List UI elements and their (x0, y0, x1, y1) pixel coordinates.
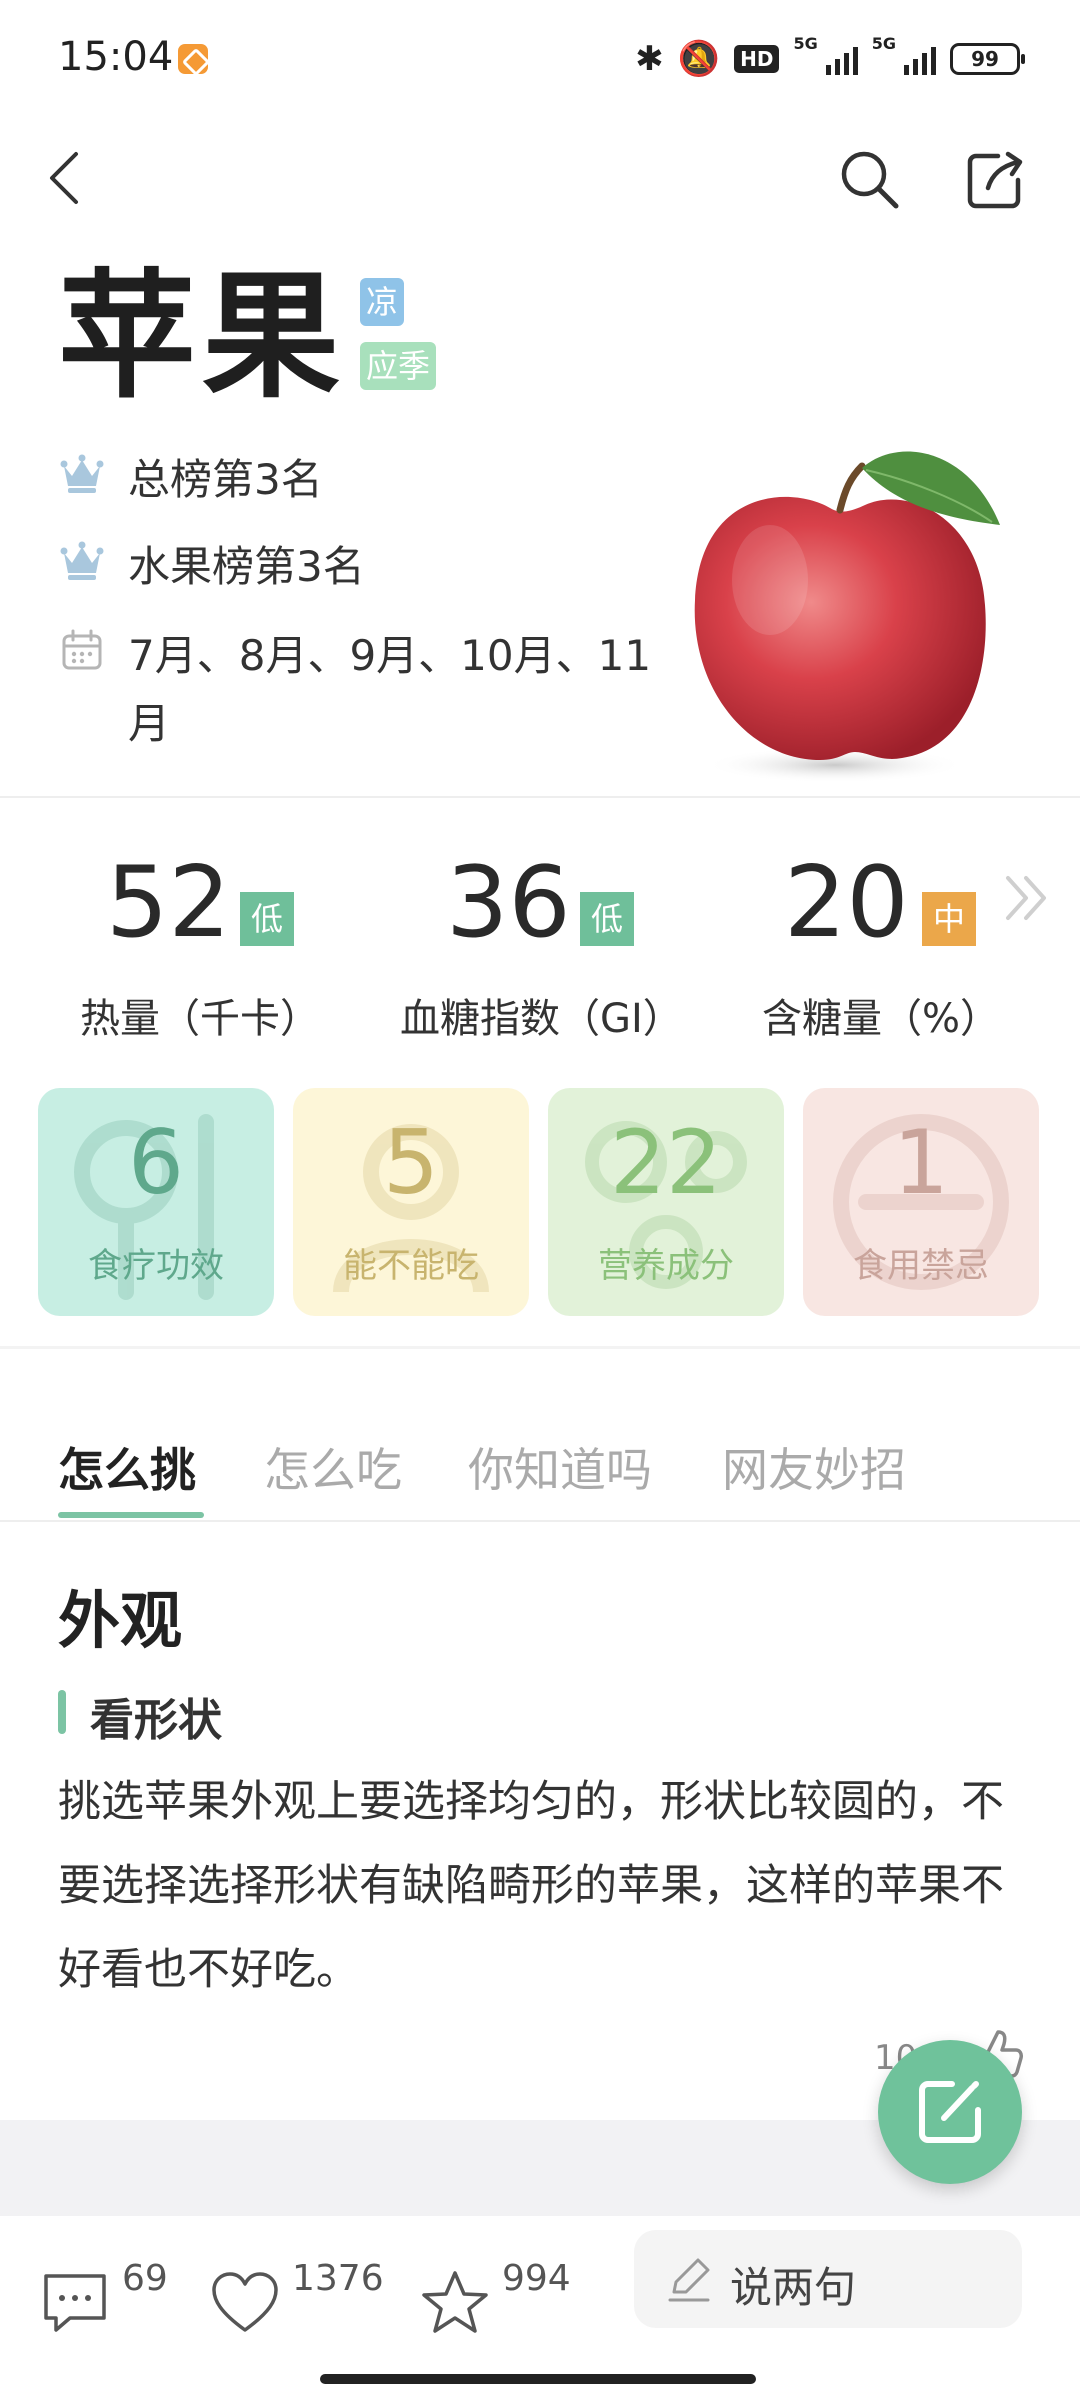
card-therapeutic-effects[interactable]: 6 食疗功效 (38, 1088, 274, 1316)
stat-level-badge: 低 (580, 892, 634, 946)
star-icon (422, 2271, 488, 2333)
subheading: 看形状 (90, 1695, 222, 1746)
back-arrow-icon[interactable] (38, 148, 98, 208)
rank-total-text: 总榜第3名 (128, 455, 323, 504)
status-time: 15:04 (58, 34, 174, 80)
home-indicator[interactable] (320, 2374, 756, 2384)
network-label-1: 5G (793, 34, 818, 53)
page-title: 苹果 (58, 256, 347, 417)
card-count: 6 (128, 1111, 184, 1214)
card-label: 食疗功效 (88, 1246, 224, 1286)
card-taboo[interactable]: 1 食用禁忌 (803, 1088, 1039, 1316)
comments-button[interactable]: 69 (40, 2258, 180, 2338)
pencil-icon (668, 2258, 710, 2302)
stat-label: 含糖量（%） (762, 996, 1001, 1042)
apple-image (694, 451, 1000, 783)
comment-placeholder: 说两句 (730, 2263, 857, 2312)
stat-level-badge: 中 (922, 892, 976, 946)
tab-bar: 怎么挑 怎么吃 你知道吗 网友妙招 (0, 1424, 1080, 1524)
status-bar: 15:04 ✱ 🔕 HD 5G 5G 99 (0, 0, 1080, 118)
nature-tag: 凉 (360, 278, 405, 326)
signal-icon-2 (904, 43, 936, 75)
share-icon[interactable] (958, 144, 1030, 216)
season-tag: 应季 (360, 342, 437, 390)
stat-label: 热量（千卡） (80, 996, 320, 1042)
edit-icon (919, 2081, 981, 2143)
likes-button[interactable]: 1376 (210, 2258, 390, 2338)
divider (0, 1520, 1080, 1522)
rank-fruit-row[interactable]: 水果榜第3名 (58, 533, 668, 601)
bluetooth-icon: ✱ (635, 39, 664, 79)
subheading-accent-bar (58, 1690, 66, 1734)
season-months-text: 7月、8月、9月、10月、11月 (128, 631, 652, 748)
stat-gi[interactable]: 36 低 血糖指数（GI） (394, 848, 714, 1048)
signal-icon-1 (825, 43, 858, 75)
comment-icon (44, 2274, 106, 2332)
season-months-row: 7月、8月、9月、10月、11月 (58, 622, 668, 758)
card-count: 1 (893, 1111, 949, 1214)
write-note-button[interactable] (878, 2040, 1022, 2184)
stat-level-badge: 低 (240, 892, 294, 946)
rank-fruit-text: 水果榜第3名 (128, 542, 365, 591)
tab-user-tips[interactable]: 网友妙招 (722, 1434, 906, 1500)
tab-how-to-eat[interactable]: 怎么吃 (264, 1434, 402, 1500)
status-icons: ✱ 🔕 HD 5G 5G 99 (635, 34, 1025, 84)
tab-how-to-choose[interactable]: 怎么挑 (58, 1434, 196, 1500)
crown-icon (60, 541, 104, 580)
mute-icon: 🔕 (677, 39, 721, 79)
card-label: 食用禁忌 (853, 1246, 989, 1286)
stat-value: 36 (446, 846, 571, 960)
stat-label: 血糖指数（GI） (400, 996, 683, 1042)
section-title: 外观 (58, 1584, 183, 1657)
divider (0, 1346, 1080, 1349)
divider (0, 796, 1080, 798)
favorites-count: 994 (502, 2258, 571, 2299)
card-nutrition[interactable]: 22 营养成分 (548, 1088, 784, 1316)
search-icon[interactable] (834, 144, 906, 216)
likes-count: 1376 (292, 2258, 384, 2299)
top-nav (0, 118, 1080, 238)
article-body: 挑选苹果外观上要选择均匀的，形状比较圆的，不要选择选择形状有缺陷畸形的苹果，这样… (58, 1777, 1004, 1995)
comment-input[interactable]: 说两句 (634, 2230, 1022, 2328)
tab-did-you-know[interactable]: 你知道吗 (468, 1434, 652, 1500)
heart-icon (212, 2272, 278, 2332)
network-label-2: 5G (871, 34, 896, 53)
rank-total-row[interactable]: 总榜第3名 (58, 446, 668, 514)
stat-calories[interactable]: 52 低 热量（千卡） (60, 848, 380, 1048)
stat-value: 52 (106, 846, 231, 960)
crown-icon (60, 454, 104, 493)
active-tab-indicator (58, 1512, 204, 1518)
calendar-icon (62, 629, 102, 670)
favorites-button[interactable]: 994 (420, 2258, 590, 2338)
chevron-right-icon[interactable] (1000, 870, 1056, 926)
card-count: 22 (610, 1111, 722, 1214)
comments-count: 69 (122, 2258, 168, 2299)
card-label: 营养成分 (598, 1246, 734, 1286)
hd-badge: HD (734, 45, 780, 73)
app-notification-icon (178, 44, 208, 74)
battery-icon: 99 (950, 43, 1025, 75)
card-label: 能不能吃 (343, 1246, 479, 1286)
card-can-eat[interactable]: 5 能不能吃 (293, 1088, 529, 1316)
stat-value: 20 (784, 846, 909, 960)
card-count: 5 (383, 1111, 439, 1214)
